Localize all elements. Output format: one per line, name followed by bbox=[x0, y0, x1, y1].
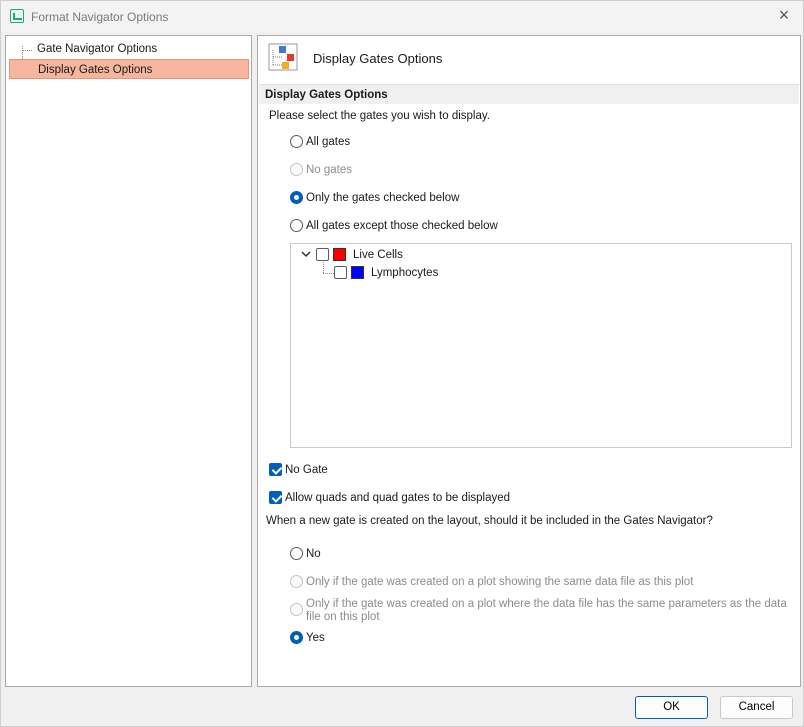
gates-hierarchy-icon bbox=[268, 43, 298, 71]
no-gate-label: No Gate bbox=[285, 464, 328, 476]
radio-new-gate-no[interactable] bbox=[290, 547, 303, 560]
gate-selection-prompt: Please select the gates you wish to disp… bbox=[269, 110, 490, 122]
radio-new-gate-same-parameters bbox=[290, 603, 303, 616]
radio-new-gate-yes[interactable] bbox=[290, 631, 303, 644]
tree-connector bbox=[323, 262, 324, 273]
app-chart-icon bbox=[10, 9, 24, 23]
radio-only-checked-gates[interactable] bbox=[290, 191, 303, 204]
radio-all-except-checked-label: All gates except those checked below bbox=[306, 220, 498, 232]
tree-item-label: Display Gates Options bbox=[38, 64, 153, 76]
radio-new-gate-same-data-file-label: Only if the gate was created on a plot s… bbox=[306, 576, 694, 588]
close-icon[interactable]: × bbox=[771, 3, 797, 29]
gate-checkbox-lymphocytes[interactable] bbox=[334, 266, 347, 279]
radio-new-gate-no-label: No bbox=[306, 548, 321, 560]
allow-quads-label: Allow quads and quad gates to be display… bbox=[285, 492, 511, 504]
format-navigator-options-dialog: Format Navigator Options × Gate Navigato… bbox=[0, 0, 804, 727]
radio-new-gate-same-data-file bbox=[290, 575, 303, 588]
gate-label-live-cells: Live Cells bbox=[353, 249, 403, 261]
radio-all-gates[interactable] bbox=[290, 135, 303, 148]
tree-connector bbox=[323, 273, 334, 274]
tree-item-display-gates-options[interactable]: Display Gates Options bbox=[9, 59, 249, 79]
display-gates-panel: Display Gates Options Display Gates Opti… bbox=[257, 35, 801, 687]
title-bar: Format Navigator Options × bbox=[1, 1, 803, 32]
allow-quads-checkbox[interactable] bbox=[269, 491, 282, 504]
radio-new-gate-same-parameters-label: Only if the gate was created on a plot w… bbox=[306, 598, 787, 610]
radio-new-gate-same-parameters-label-cont: file on this plot bbox=[306, 611, 380, 623]
tree-item-gate-navigator-options[interactable]: Gate Navigator Options bbox=[9, 39, 249, 59]
gate-label-lymphocytes: Lymphocytes bbox=[371, 267, 439, 279]
gate-color-swatch bbox=[333, 248, 346, 261]
radio-no-gates-label: No gates bbox=[306, 164, 353, 176]
cancel-button[interactable]: Cancel bbox=[720, 696, 793, 719]
panel-header-title: Display Gates Options bbox=[313, 51, 443, 66]
radio-new-gate-yes-label: Yes bbox=[306, 632, 325, 644]
radio-all-except-checked[interactable] bbox=[290, 219, 303, 232]
gate-checkbox-live-cells[interactable] bbox=[316, 248, 329, 261]
options-tree: Gate Navigator Options Display Gates Opt… bbox=[5, 35, 252, 687]
radio-all-gates-label: All gates bbox=[306, 136, 351, 148]
no-gate-checkbox[interactable] bbox=[269, 463, 282, 476]
chevron-down-icon[interactable] bbox=[301, 249, 311, 259]
window-title: Format Navigator Options bbox=[31, 10, 169, 24]
gate-color-swatch bbox=[351, 266, 364, 279]
tree-item-label: Gate Navigator Options bbox=[37, 43, 158, 55]
section-header: Display Gates Options bbox=[259, 84, 799, 104]
radio-only-checked-gates-label: Only the gates checked below bbox=[306, 192, 460, 204]
radio-no-gates bbox=[290, 163, 303, 176]
new-gate-question: When a new gate is created on the layout… bbox=[266, 515, 713, 527]
gate-tree: Live Cells Lymphocytes bbox=[290, 243, 792, 448]
ok-button[interactable]: OK bbox=[635, 696, 708, 719]
section-title: Display Gates Options bbox=[265, 89, 388, 101]
